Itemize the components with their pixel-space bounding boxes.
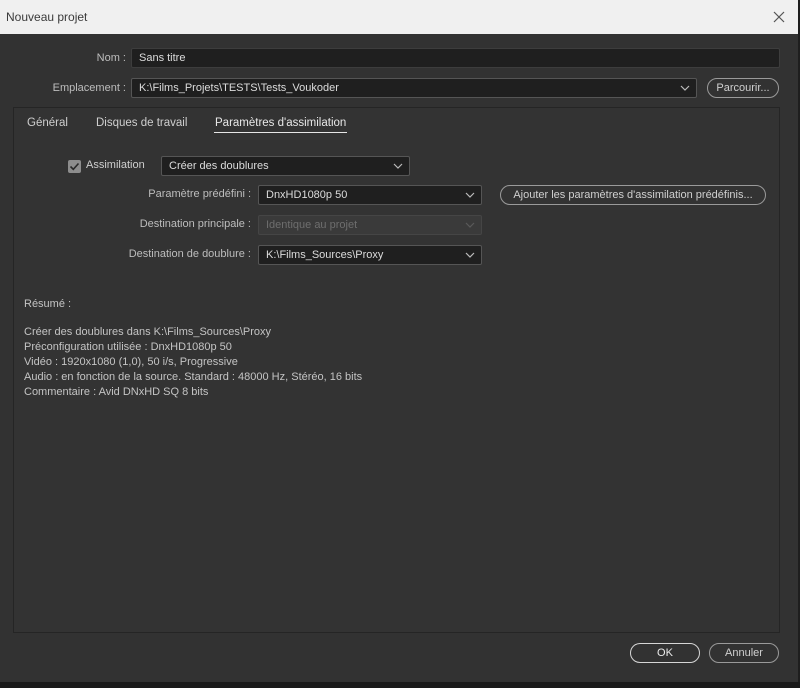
close-button[interactable]	[768, 6, 790, 28]
summary-line: Vidéo : 1920x1080 (1,0), 50 i/s, Progres…	[24, 356, 238, 368]
browse-button[interactable]: Parcourir...	[707, 78, 779, 98]
name-label: Nom :	[96, 52, 126, 64]
summary-line: Commentaire : Avid DNxHD SQ 8 bits	[24, 386, 209, 398]
primary-destination-value: Identique au projet	[266, 219, 358, 231]
active-tab-indicator	[214, 132, 347, 133]
location-value: K:\Films_Projets\TESTS\Tests_Voukoder	[139, 82, 339, 94]
preset-select[interactable]: DnxHD1080p 50	[258, 185, 482, 205]
ingest-checkbox[interactable]	[68, 160, 81, 173]
checkmark-icon	[69, 162, 80, 171]
proxy-destination-select[interactable]: K:\Films_Sources\Proxy	[258, 245, 482, 265]
summary-line: Audio : en fonction de la source. Standa…	[24, 371, 363, 383]
new-project-dialog: Nouveau projet Nom : Sans titre Emplacem…	[0, 0, 798, 682]
summary-line: Préconfiguration utilisée : DnxHD1080p 5…	[24, 341, 232, 353]
location-select[interactable]: K:\Films_Projets\TESTS\Tests_Voukoder	[131, 78, 697, 98]
ingest-mode-select[interactable]: Créer des doublures	[161, 156, 410, 176]
summary-heading: Résumé :	[24, 298, 72, 310]
window-title: Nouveau projet	[6, 10, 88, 24]
title-bar: Nouveau projet	[0, 0, 798, 34]
chevron-down-icon	[680, 85, 690, 91]
tab-general[interactable]: Général	[27, 117, 68, 129]
preset-value: DnxHD1080p 50	[266, 189, 348, 201]
background-strip	[0, 682, 800, 688]
ingest-label: Assimilation	[86, 159, 145, 171]
proxy-destination-label: Destination de doublure :	[128, 248, 251, 260]
chevron-down-icon	[465, 222, 475, 228]
chevron-down-icon	[393, 163, 403, 169]
primary-destination-label: Destination principale :	[139, 218, 251, 230]
cancel-button[interactable]: Annuler	[709, 643, 779, 663]
summary-line: Créer des doublures dans K:\Films_Source…	[24, 326, 271, 338]
chevron-down-icon	[465, 192, 475, 198]
project-name-input[interactable]: Sans titre	[131, 48, 780, 68]
primary-destination-select: Identique au projet	[258, 215, 482, 235]
location-label: Emplacement :	[52, 82, 126, 94]
add-ingest-preset-button[interactable]: Ajouter les paramètres d'assimilation pr…	[500, 185, 766, 205]
tab-scratch-disks[interactable]: Disques de travail	[96, 117, 187, 129]
ingest-mode-value: Créer des doublures	[169, 160, 269, 172]
preset-label: Paramètre prédéfini :	[148, 188, 251, 200]
tab-ingest-settings[interactable]: Paramètres d'assimilation	[215, 117, 346, 129]
proxy-destination-value: K:\Films_Sources\Proxy	[266, 249, 384, 261]
close-icon	[773, 11, 785, 23]
ok-button[interactable]: OK	[630, 643, 700, 663]
chevron-down-icon	[465, 252, 475, 258]
